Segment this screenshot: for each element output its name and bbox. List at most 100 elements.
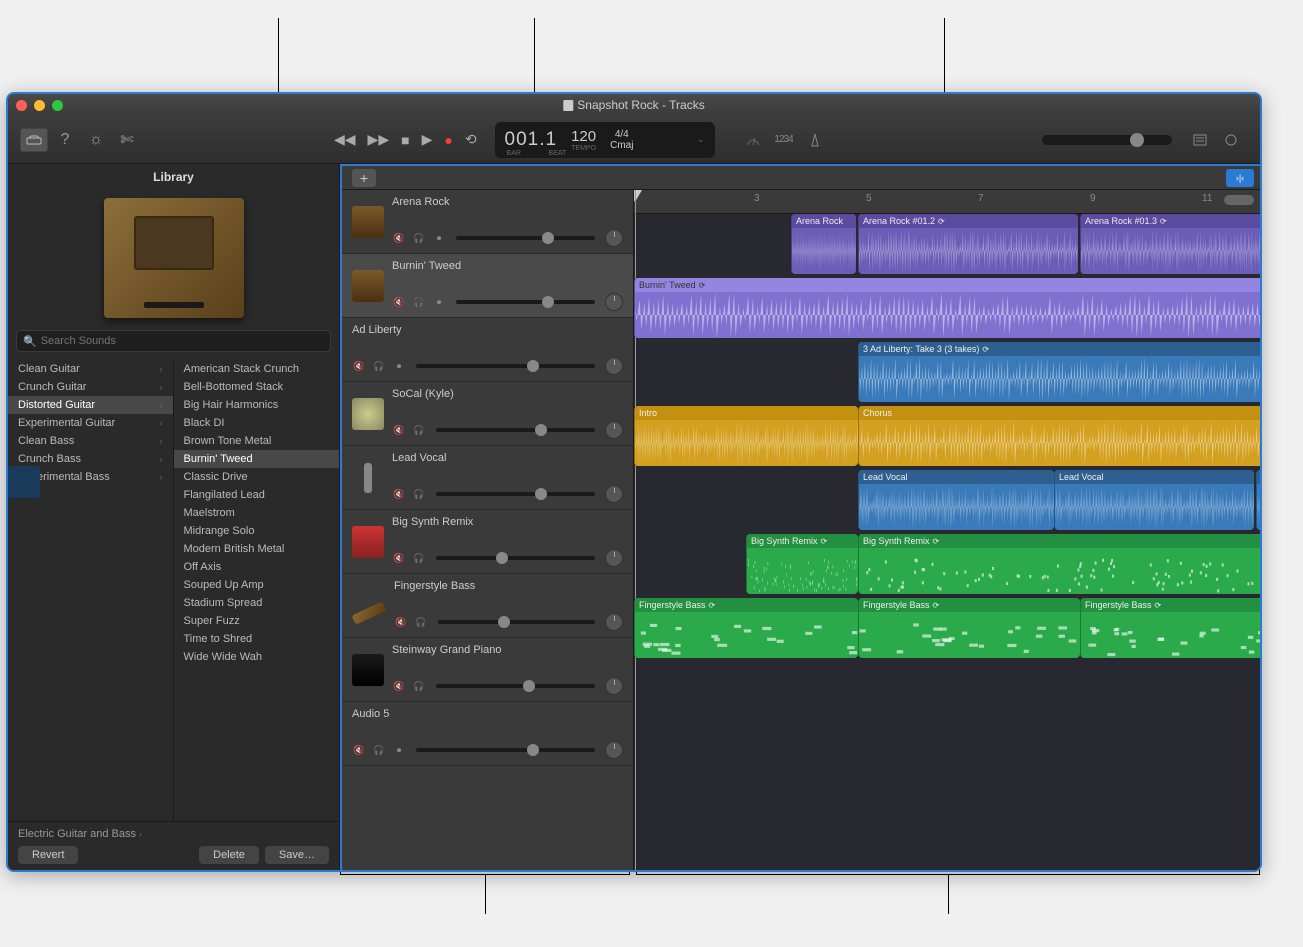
cycle-button[interactable]: ⟲: [465, 131, 477, 148]
loop-browser-button[interactable]: [1217, 128, 1245, 152]
library-patch-item[interactable]: Time to Shred: [174, 630, 340, 648]
library-patch-item[interactable]: Classic Drive: [174, 468, 340, 486]
close-window-button[interactable]: [16, 100, 27, 111]
track-pan-knob[interactable]: [605, 229, 623, 247]
mute-button[interactable]: 🔇: [392, 679, 406, 693]
track-header[interactable]: Arena Rock 🔇 🎧 ⏺: [342, 190, 633, 254]
track-header[interactable]: Lead Vocal 🔇 🎧: [342, 446, 633, 510]
track-volume-slider[interactable]: [416, 364, 595, 368]
track-pan-knob[interactable]: [605, 613, 623, 631]
library-patch-item[interactable]: Brown Tone Metal: [174, 432, 340, 450]
master-volume-slider[interactable]: [1042, 135, 1172, 145]
solo-headphones-button[interactable]: 🎧: [372, 743, 386, 757]
track-volume-slider[interactable]: [436, 492, 595, 496]
track-header[interactable]: Burnin' Tweed 🔇 🎧 ⏺: [342, 254, 633, 318]
solo-headphones-button[interactable]: 🎧: [412, 423, 426, 437]
track-volume-slider[interactable]: [456, 236, 595, 240]
notepad-button[interactable]: [1186, 128, 1214, 152]
workspace-timeline[interactable]: 357911 Arena RockArena Rock #01.2⟳Arena …: [634, 190, 1260, 870]
mute-button[interactable]: 🔇: [392, 423, 406, 437]
volume-thumb[interactable]: [523, 680, 535, 692]
track-pan-knob[interactable]: [605, 293, 623, 311]
library-category-item[interactable]: Clean Guitar›: [8, 360, 173, 378]
library-patch-item[interactable]: Big Hair Harmonics: [174, 396, 340, 414]
solo-headphones-button[interactable]: 🎧: [414, 615, 428, 629]
library-patch-item[interactable]: Bell-Bottomed Stack: [174, 378, 340, 396]
solo-headphones-button[interactable]: 🎧: [412, 551, 426, 565]
track-volume-slider[interactable]: [436, 428, 595, 432]
library-toggle-button[interactable]: [20, 128, 48, 152]
track-pan-knob[interactable]: [605, 421, 623, 439]
library-patch-item[interactable]: Midrange Solo: [174, 522, 340, 540]
quick-help-button[interactable]: ?: [51, 128, 79, 152]
mute-button[interactable]: 🔇: [352, 743, 366, 757]
track-header[interactable]: Ad Liberty 🔇 🎧 ⏺: [342, 318, 633, 382]
input-monitor-button[interactable]: ⏺: [432, 295, 446, 309]
revert-button[interactable]: Revert: [18, 846, 78, 864]
region[interactable]: Fingerstyle Bass⟳: [1080, 598, 1260, 658]
volume-thumb[interactable]: [535, 488, 547, 500]
mute-button[interactable]: 🔇: [392, 487, 406, 501]
tuner-button[interactable]: [739, 128, 767, 152]
library-patch-item[interactable]: Modern British Metal: [174, 540, 340, 558]
volume-thumb[interactable]: [542, 232, 554, 244]
mute-button[interactable]: 🔇: [392, 295, 406, 309]
library-patch-list[interactable]: American Stack CrunchBell-Bottomed Stack…: [174, 360, 340, 821]
play-button[interactable]: ▶: [422, 131, 433, 148]
library-category-item[interactable]: Clean Bass›: [8, 432, 173, 450]
region[interactable]: Arena Rock #01.2⟳: [858, 214, 1078, 274]
library-patch-item[interactable]: Super Fuzz: [174, 612, 340, 630]
solo-headphones-button[interactable]: 🎧: [412, 295, 426, 309]
forward-button[interactable]: ▶▶: [368, 131, 390, 148]
library-breadcrumb[interactable]: Electric Guitar and Bass ›: [18, 828, 329, 840]
track-header[interactable]: Big Synth Remix 🔇 🎧: [342, 510, 633, 574]
track-pan-knob[interactable]: [605, 677, 623, 695]
region[interactable]: Lead Vocal: [858, 470, 1054, 530]
solo-headphones-button[interactable]: 🎧: [412, 679, 426, 693]
region[interactable]: Big Synth Remix⟳: [746, 534, 858, 594]
mute-button[interactable]: 🔇: [392, 231, 406, 245]
volume-thumb[interactable]: [542, 296, 554, 308]
catch-playhead-button[interactable]: ›|‹: [1226, 169, 1254, 187]
track-volume-slider[interactable]: [456, 300, 595, 304]
library-category-item[interactable]: Distorted Guitar›: [8, 396, 173, 414]
count-in-button[interactable]: 1234: [770, 128, 798, 152]
mute-button[interactable]: 🔇: [352, 359, 366, 373]
search-input[interactable]: [41, 335, 324, 347]
region[interactable]: Intro: [634, 406, 858, 466]
record-button[interactable]: ●: [444, 132, 452, 148]
lcd-menu-chevron-icon[interactable]: ⌄: [697, 134, 705, 145]
track-header[interactable]: SoCal (Kyle) 🔇 🎧: [342, 382, 633, 446]
volume-thumb[interactable]: [535, 424, 547, 436]
library-patch-item[interactable]: Flangilated Lead: [174, 486, 340, 504]
input-monitor-button[interactable]: ⏺: [432, 231, 446, 245]
region[interactable]: Burnin' Tweed⟳: [634, 278, 1260, 338]
track-pan-knob[interactable]: [605, 357, 623, 375]
rewind-button[interactable]: ◀◀: [334, 131, 356, 148]
region[interactable]: 3 Ad Liberty: Take 3 (3 takes)⟳: [858, 342, 1260, 402]
track-pan-knob[interactable]: [605, 741, 623, 759]
region[interactable]: Arena Rock #01.3⟳: [1080, 214, 1260, 274]
volume-thumb[interactable]: [496, 552, 508, 564]
master-volume-thumb[interactable]: [1130, 133, 1144, 147]
scissors-icon[interactable]: ✄: [113, 128, 141, 152]
region[interactable]: Arena Rock: [791, 214, 856, 274]
add-track-button[interactable]: +: [352, 169, 376, 187]
region[interactable]: Lead: [1256, 470, 1260, 530]
zoom-window-button[interactable]: [52, 100, 63, 111]
track-pan-knob[interactable]: [605, 485, 623, 503]
library-patch-item[interactable]: Stadium Spread: [174, 594, 340, 612]
library-category-item[interactable]: Crunch Guitar›: [8, 378, 173, 396]
library-patch-item[interactable]: Wide Wide Wah: [174, 648, 340, 666]
input-monitor-button[interactable]: ⏺: [392, 743, 406, 757]
region[interactable]: Lead Vocal: [1054, 470, 1254, 530]
mute-button[interactable]: 🔇: [392, 551, 406, 565]
input-monitor-button[interactable]: ⏺: [392, 359, 406, 373]
library-patch-item[interactable]: Souped Up Amp: [174, 576, 340, 594]
track-volume-slider[interactable]: [438, 620, 595, 624]
region[interactable]: Big Synth Remix⟳: [858, 534, 1260, 594]
library-patch-item[interactable]: American Stack Crunch: [174, 360, 340, 378]
solo-headphones-button[interactable]: 🎧: [412, 231, 426, 245]
library-category-item[interactable]: Experimental Guitar›: [8, 414, 173, 432]
lcd-display[interactable]: 001.1 BAR BEAT 120 TEMPO 4/4 Cmaj ⌄: [495, 122, 715, 158]
